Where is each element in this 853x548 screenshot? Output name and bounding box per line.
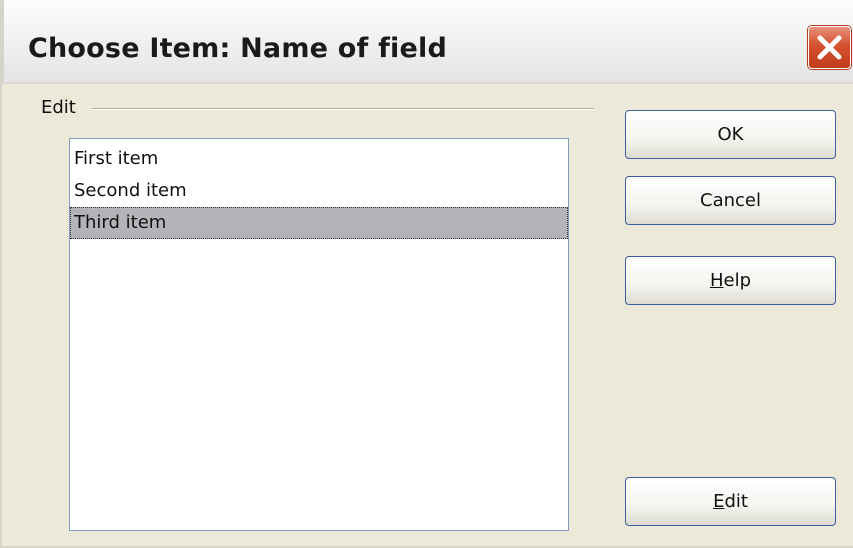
ok-button[interactable]: OK (625, 110, 836, 159)
help-mnemonic: H (709, 270, 724, 291)
close-button[interactable] (808, 26, 851, 69)
edit-label-rest: dit (724, 491, 748, 512)
item-listbox[interactable]: First item Second item Third item (69, 138, 569, 531)
list-item[interactable]: Second item (70, 175, 568, 207)
cancel-button[interactable]: Cancel (625, 176, 836, 225)
edit-button[interactable]: Edit (625, 477, 836, 526)
dialog-title: Choose Item: Name of field (28, 33, 447, 64)
help-label-rest: elp (723, 270, 752, 291)
title-bar[interactable]: Choose Item: Name of field (2, 0, 853, 84)
group-divider (92, 108, 594, 110)
group-label: Edit (41, 97, 82, 118)
help-button[interactable]: Help (625, 256, 836, 305)
list-item[interactable]: First item (70, 143, 568, 175)
dialog-window: Choose Item: Name of field Edit First it… (0, 0, 853, 548)
edit-mnemonic: E (713, 491, 725, 512)
list-item-selected[interactable]: Third item (70, 207, 568, 239)
